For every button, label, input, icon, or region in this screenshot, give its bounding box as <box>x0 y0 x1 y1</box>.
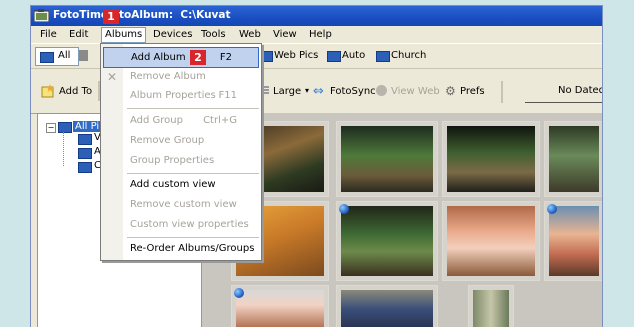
photo-thumbnail[interactable] <box>231 285 329 327</box>
album-icon <box>78 148 92 159</box>
album-icon <box>78 134 92 145</box>
album-church-label: Church <box>391 50 427 61</box>
menu-item-add-album[interactable]: Add Album F2 <box>103 47 259 68</box>
menu-item-shortcut: F11 <box>218 90 237 101</box>
menu-item-label: Add Album <box>131 52 186 63</box>
photo-image <box>447 126 535 192</box>
photo-thumbnail[interactable] <box>544 201 602 281</box>
tree-root[interactable]: All Pi <box>73 121 102 132</box>
thumbnail-grid <box>202 113 602 327</box>
albums-dropdown-menu: Add Album F2 ✕ Remove Album Album Proper… <box>100 43 262 261</box>
menu-item-shortcut: Ctrl+G <box>203 115 237 126</box>
menu-item-label: Remove Group <box>130 135 205 146</box>
menu-item-label: Group Properties <box>130 155 215 166</box>
add-to-label: Add To <box>59 86 93 97</box>
photo-image <box>341 126 433 192</box>
all-albums-label: All <box>58 50 71 61</box>
grid-icon <box>261 86 269 95</box>
callout-badge-1: 1 <box>103 9 119 24</box>
gear-icon: ⚙ <box>445 84 456 98</box>
album-icon <box>34 9 49 22</box>
view-web-label: View Web <box>391 86 440 97</box>
large-view-label: Large <box>273 86 302 97</box>
photo-image <box>473 290 509 327</box>
toolbar-separator <box>501 81 503 103</box>
photo-thumbnail[interactable] <box>544 121 602 197</box>
prefs-label: Prefs <box>460 86 485 97</box>
photo-thumbnail[interactable] <box>442 201 540 281</box>
photo-image <box>549 206 599 276</box>
album-icon <box>40 52 54 63</box>
photo-image <box>341 206 433 276</box>
menu-item-label: Remove Album <box>130 71 206 82</box>
all-albums-button[interactable]: All <box>35 47 79 66</box>
menu-item-label: Add Group <box>130 115 183 126</box>
menu-web[interactable]: Web <box>236 28 264 42</box>
callout-badge-2: 2 <box>190 50 206 65</box>
menu-albums[interactable]: Albums <box>101 27 147 43</box>
menu-devices[interactable]: Devices <box>150 28 195 42</box>
photo-thumbnail[interactable] <box>468 285 514 327</box>
menu-item-remove-custom-view[interactable]: Remove custom view <box>103 195 259 214</box>
menu-item-add-custom-view[interactable]: Add custom view <box>103 175 259 194</box>
sync-arrows-icon: ⇔ <box>313 84 324 99</box>
menu-item-label: Album Properties <box>130 90 216 101</box>
globe-icon <box>234 288 244 298</box>
menu-item-shortcut: F2 <box>219 52 232 63</box>
menu-item-album-properties[interactable]: Album Properties F11 <box>103 86 259 105</box>
photo-image <box>549 126 599 192</box>
album-icon <box>376 51 390 62</box>
photo-image <box>236 290 324 327</box>
album-icon <box>78 162 92 173</box>
album-icon <box>58 122 72 133</box>
photo-thumbnail[interactable] <box>336 285 438 327</box>
tree-line <box>63 132 65 166</box>
menu-edit[interactable]: Edit <box>66 28 91 42</box>
menu-item-remove-group[interactable]: Remove Group <box>103 131 259 150</box>
no-dated-label[interactable]: No Dated <box>558 85 602 96</box>
dropdown-arrow-icon: ▾ <box>305 86 310 95</box>
album-web-pics-label: Web Pics <box>274 50 319 61</box>
timeline-line <box>525 102 602 103</box>
menu-item-label: Remove custom view <box>130 199 237 210</box>
photo-image <box>341 290 433 327</box>
album-icon <box>327 51 341 62</box>
photo-thumbnail[interactable] <box>336 201 438 281</box>
menu-bar: File Edit Albums Devices Tools Web View … <box>31 26 602 44</box>
menu-tools[interactable]: Tools <box>198 28 229 42</box>
menu-item-label: Custom view properties <box>130 219 249 230</box>
menu-item-label: Re-Order Albums/Groups <box>130 243 255 254</box>
globe-icon <box>547 204 557 214</box>
globe-icon <box>339 204 349 214</box>
photo-thumbnail[interactable] <box>442 121 540 197</box>
menu-help[interactable]: Help <box>306 28 335 42</box>
folder-icon <box>79 50 88 61</box>
window-title: FotoTime toAlbum: C:\Kuvat <box>53 9 231 21</box>
menu-separator <box>127 173 259 174</box>
photo-thumbnail[interactable] <box>336 121 438 197</box>
menu-item-add-group[interactable]: Add Group Ctrl+G <box>103 111 259 130</box>
menu-item-custom-view-properties[interactable]: Custom view properties <box>103 215 259 234</box>
menu-file[interactable]: File <box>37 28 60 42</box>
menu-separator <box>127 108 259 109</box>
view-web-icon <box>376 85 387 96</box>
album-auto-label: Auto <box>342 50 366 61</box>
menu-item-label: Add custom view <box>130 179 216 190</box>
add-photo-icon <box>41 84 54 98</box>
menu-separator <box>127 237 259 238</box>
photo-image <box>447 206 535 276</box>
menu-view[interactable]: View <box>270 28 300 42</box>
collapse-toggle[interactable]: − <box>46 123 56 133</box>
menu-item-group-properties[interactable]: Group Properties <box>103 151 259 170</box>
menu-item-remove-album[interactable]: Remove Album <box>103 67 259 86</box>
menu-item-reorder-albums-groups[interactable]: Re-Order Albums/Groups <box>103 239 259 258</box>
fotosync-label: FotoSync <box>330 86 376 97</box>
